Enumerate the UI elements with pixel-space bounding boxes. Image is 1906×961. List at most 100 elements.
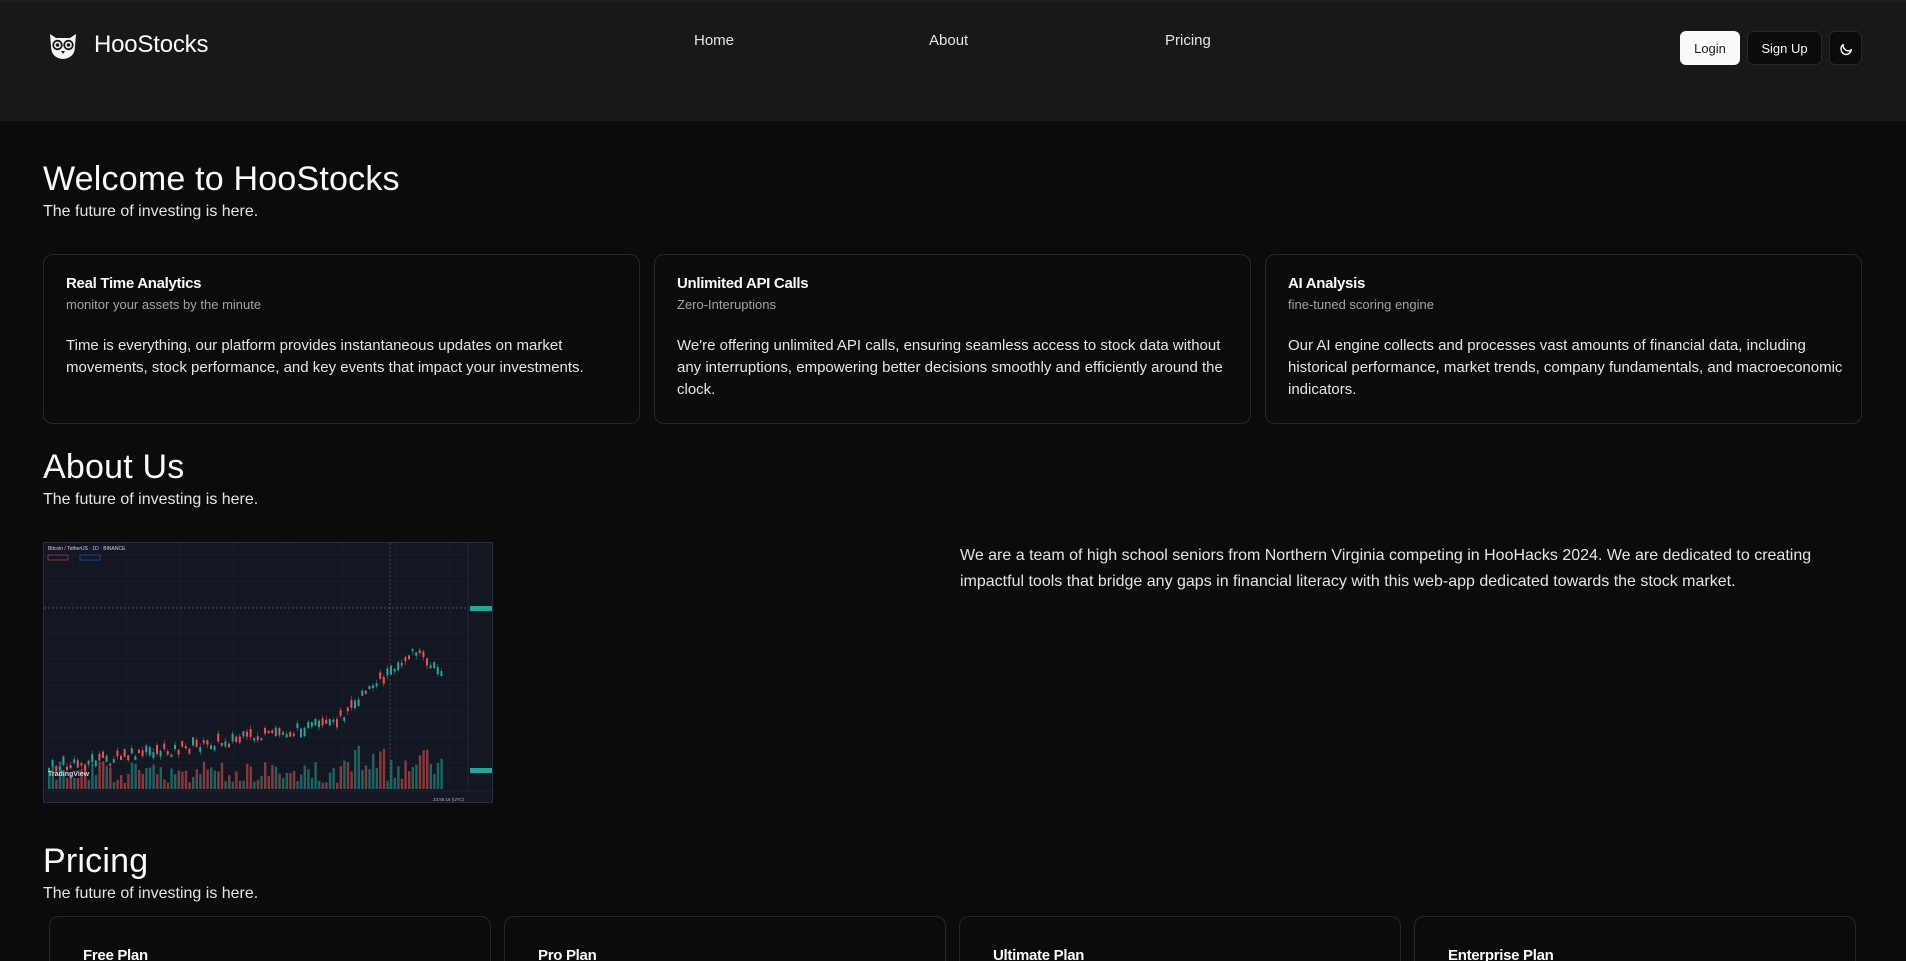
candle-body <box>246 731 248 737</box>
volume-bar <box>318 780 321 789</box>
volume-bar <box>436 762 440 789</box>
candle-body <box>433 662 436 669</box>
candle-body <box>321 718 324 726</box>
pricing-card-pro[interactable]: Pro Plan <box>504 916 946 961</box>
feature-card-ai: AI Analysis fine-tuned scoring engine Ou… <box>1265 254 1862 424</box>
volume-bar <box>202 761 206 789</box>
candle-body <box>145 745 148 753</box>
volume-bar <box>339 766 342 789</box>
brand[interactable]: HooStocks <box>46 28 208 62</box>
volume-bar <box>159 767 162 789</box>
volume-bar <box>105 765 108 789</box>
chart-time-label: 23:55:16 (UTC) <box>433 797 465 802</box>
volume-bar <box>285 773 288 789</box>
volume-bar <box>296 781 299 789</box>
candle-body <box>361 690 364 696</box>
candle-body <box>368 685 371 690</box>
volume-bar <box>235 771 238 789</box>
volume-bar <box>278 773 281 789</box>
pricing-card-enterprise[interactable]: Enterprise Plan <box>1414 916 1856 961</box>
volume-bar <box>76 778 80 789</box>
candle-body <box>436 666 439 675</box>
volume-bar <box>415 764 418 789</box>
volume-bar <box>127 773 130 789</box>
candle-body <box>166 751 169 755</box>
candle-body <box>91 754 94 763</box>
candle-body <box>184 745 187 749</box>
volume-bar <box>66 777 69 789</box>
volume-bar <box>112 782 116 789</box>
theme-toggle-button[interactable] <box>1829 31 1862 65</box>
volume-bar <box>364 765 368 789</box>
candle-body <box>213 745 216 751</box>
candle-body <box>199 747 202 752</box>
volume-bar <box>177 770 180 789</box>
candle-body <box>379 672 382 679</box>
pricing-card-free[interactable]: Free Plan <box>49 916 491 961</box>
candle-body <box>156 745 158 754</box>
candle-body <box>357 699 360 707</box>
hero-subtitle: The future of investing is here. <box>43 203 259 220</box>
volume-bar <box>148 767 152 789</box>
candle-body <box>174 744 176 750</box>
candle-body <box>152 752 155 758</box>
plan-name: Free Plan <box>83 947 148 961</box>
candle-body <box>404 657 407 662</box>
volume-bar <box>379 751 382 789</box>
volume-bar <box>220 762 224 789</box>
volume-bar <box>375 767 378 789</box>
candle-body <box>400 662 403 666</box>
feature-title: AI Analysis <box>1288 275 1366 292</box>
site-header: HooStocks Home About Pricing Login Sign … <box>0 2 1906 121</box>
about-subtitle: The future of investing is here. <box>43 491 259 508</box>
candle-body <box>397 662 400 671</box>
volume-bar <box>357 745 360 789</box>
candle-body <box>249 728 252 737</box>
candle-body <box>202 740 205 744</box>
candle-body <box>58 766 61 770</box>
pricing-card-ultimate[interactable]: Ultimate Plan <box>959 916 1401 961</box>
volume-bar <box>354 750 357 789</box>
nav-pricing-link[interactable]: Pricing <box>1165 32 1211 49</box>
volume-bar <box>422 750 425 789</box>
candle-body <box>127 755 130 761</box>
candle-body <box>238 736 241 743</box>
signup-button[interactable]: Sign Up <box>1747 31 1822 65</box>
feature-title: Unlimited API Calls <box>677 275 809 292</box>
volume-bar <box>404 760 407 789</box>
volume-bar <box>361 770 364 789</box>
nav-home-link[interactable]: Home <box>694 32 734 49</box>
candle-body <box>231 733 234 742</box>
nav-about-link[interactable]: About <box>929 32 968 49</box>
feature-body: Our AI engine collects and processes vas… <box>1288 337 1843 398</box>
plan-name: Pro Plan <box>538 947 597 961</box>
candle-body <box>188 748 191 754</box>
candle-body <box>73 759 76 763</box>
candle-body <box>418 650 421 653</box>
volume-bar <box>310 777 314 789</box>
volume-bar <box>307 769 310 789</box>
volume-bar <box>426 749 429 789</box>
candle-body <box>300 728 302 738</box>
candle-body <box>415 652 418 656</box>
plan-name: Ultimate Plan <box>993 947 1085 961</box>
volume-bar <box>346 762 350 789</box>
volume-bar <box>91 764 94 789</box>
feature-subtitle: Zero-Interuptions <box>677 297 776 312</box>
moon-icon <box>1839 43 1852 56</box>
feature-title: Real Time Analytics <box>66 275 202 292</box>
candle-body <box>336 719 338 728</box>
candle-body <box>350 699 353 708</box>
volume-bar <box>87 780 90 789</box>
candle-body <box>267 730 270 734</box>
volume-bar <box>300 774 303 789</box>
login-button[interactable]: Login <box>1680 31 1740 65</box>
candle-body <box>390 665 392 675</box>
candle-body <box>292 733 295 736</box>
candle-body <box>109 763 112 766</box>
chart-symbol-header: Bitcoin / TetherUS · 1D · BINANCE <box>48 546 126 552</box>
candle-body <box>429 665 432 669</box>
candle-body <box>278 727 281 736</box>
candle-body <box>228 743 230 748</box>
candle-body <box>105 755 108 762</box>
